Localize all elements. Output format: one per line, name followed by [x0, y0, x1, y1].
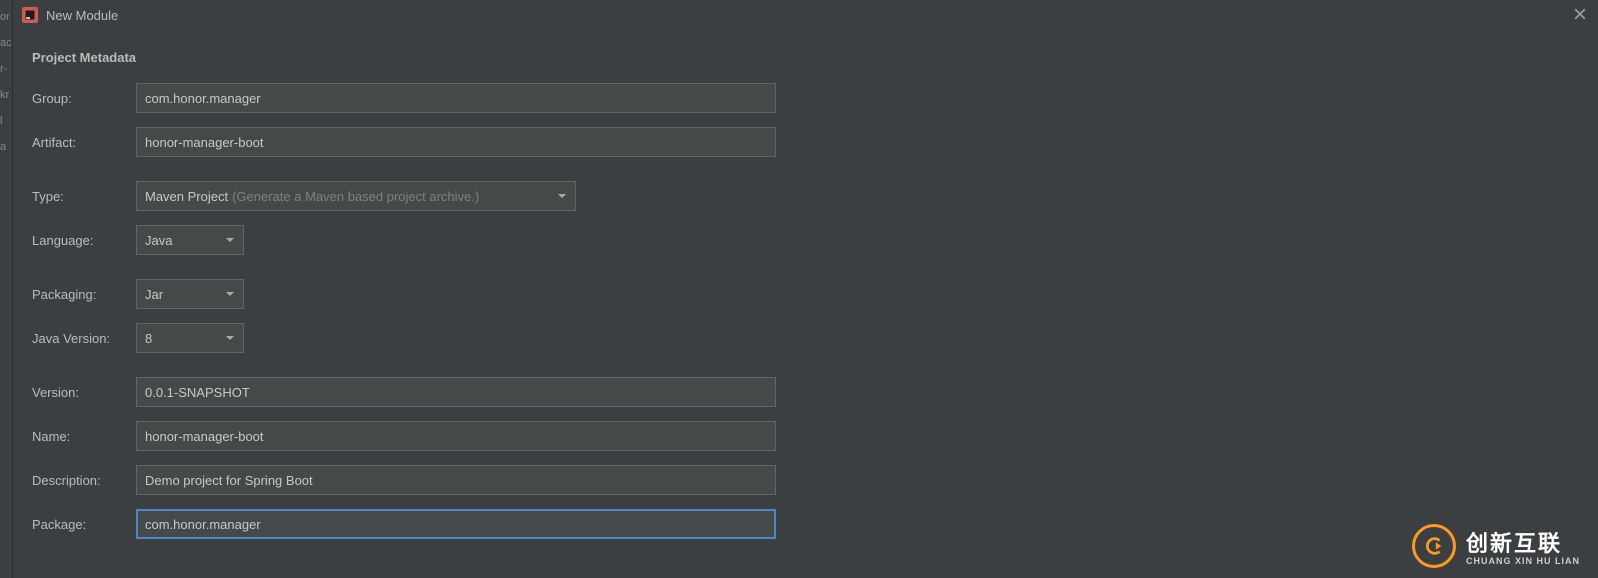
- chevron-down-icon: [225, 333, 235, 343]
- java-version-dropdown[interactable]: 8: [136, 323, 244, 353]
- type-hint: (Generate a Maven based project archive.…: [232, 189, 479, 204]
- java-version-value: 8: [145, 331, 152, 346]
- watermark: 创新互联 CHUANG XIN HU LIAN: [1412, 524, 1580, 568]
- packaging-dropdown[interactable]: Jar: [136, 279, 244, 309]
- intellij-icon: [22, 7, 38, 23]
- close-button[interactable]: [1572, 6, 1588, 22]
- group-input[interactable]: [136, 83, 776, 113]
- close-icon: [1574, 8, 1586, 20]
- dialog-title: New Module: [46, 8, 118, 23]
- watermark-brand: 创新互联: [1466, 526, 1580, 558]
- artifact-label: Artifact:: [32, 135, 136, 150]
- language-dropdown[interactable]: Java: [136, 225, 244, 255]
- version-label: Version:: [32, 385, 136, 400]
- type-value: Maven Project: [145, 189, 228, 204]
- watermark-logo-icon: [1412, 524, 1456, 568]
- new-module-dialog: New Module Project Metadata Group: Artif…: [14, 0, 1598, 578]
- dialog-titlebar: New Module: [14, 0, 1598, 30]
- language-value: Java: [145, 233, 172, 248]
- form-content: Project Metadata Group: Artifact: Type: …: [14, 30, 1598, 539]
- chevron-down-icon: [225, 289, 235, 299]
- java-version-label: Java Version:: [32, 331, 136, 346]
- chevron-down-icon: [225, 235, 235, 245]
- background-project-tree-strip: or ac r- kr l a: [0, 0, 13, 578]
- section-title: Project Metadata: [32, 50, 1580, 65]
- version-input[interactable]: [136, 377, 776, 407]
- type-label: Type:: [32, 189, 136, 204]
- name-label: Name:: [32, 429, 136, 444]
- name-input[interactable]: [136, 421, 776, 451]
- artifact-input[interactable]: [136, 127, 776, 157]
- package-input[interactable]: [136, 509, 776, 539]
- description-label: Description:: [32, 473, 136, 488]
- package-label: Package:: [32, 517, 136, 532]
- watermark-sub: CHUANG XIN HU LIAN: [1466, 556, 1580, 566]
- type-dropdown[interactable]: Maven Project (Generate a Maven based pr…: [136, 181, 576, 211]
- chevron-down-icon: [557, 191, 567, 201]
- packaging-label: Packaging:: [32, 287, 136, 302]
- description-input[interactable]: [136, 465, 776, 495]
- packaging-value: Jar: [145, 287, 163, 302]
- group-label: Group:: [32, 91, 136, 106]
- language-label: Language:: [32, 233, 136, 248]
